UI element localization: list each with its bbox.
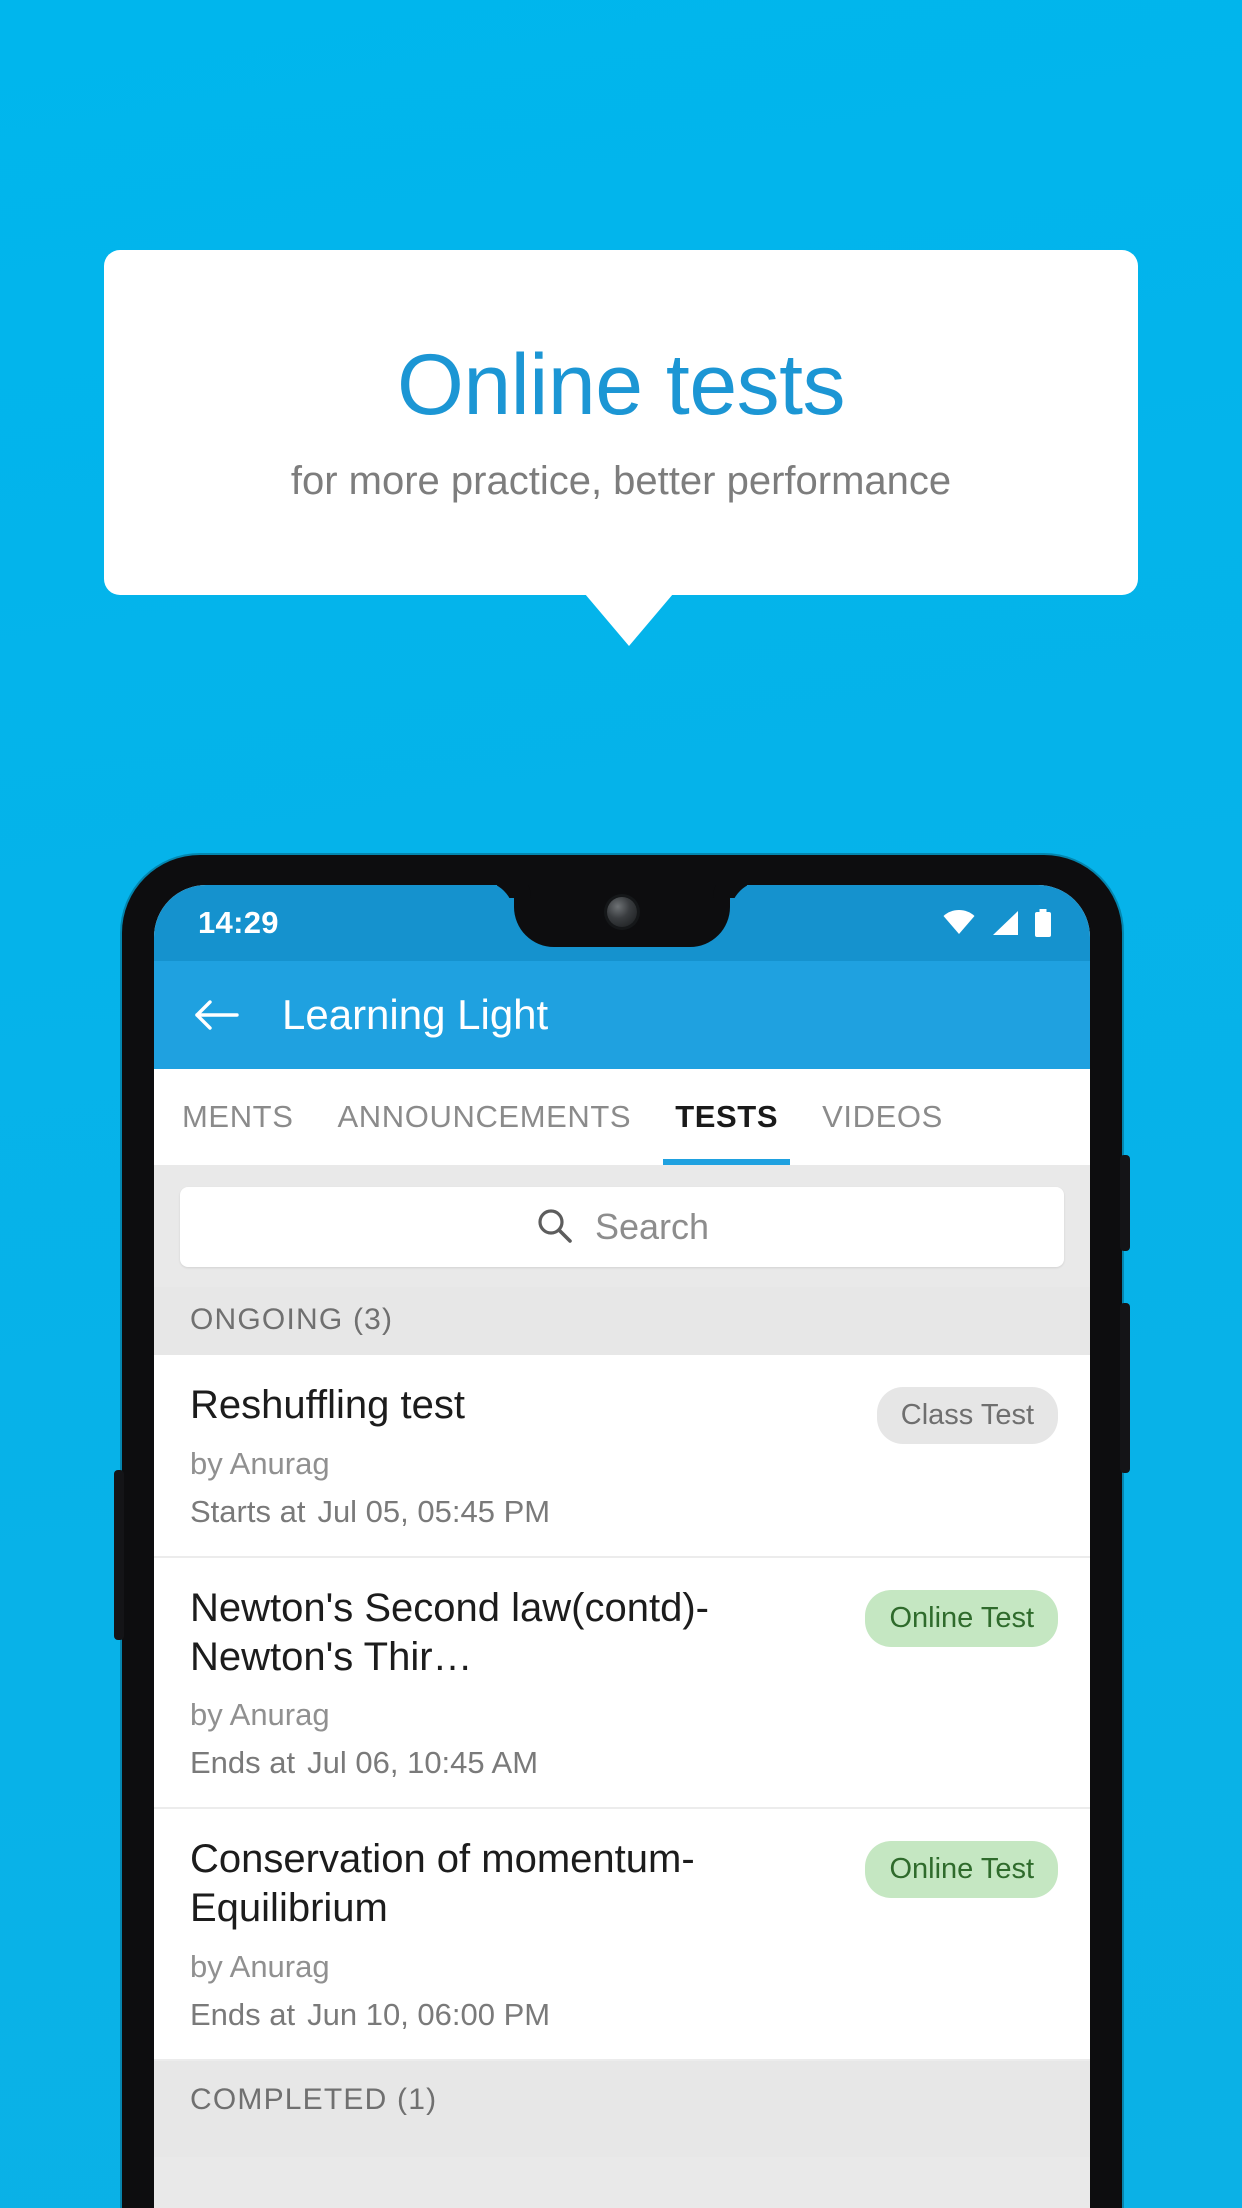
tab-label: ANNOUNCEMENTS bbox=[337, 1099, 632, 1134]
test-schedule-value: Jun 10, 06:00 PM bbox=[307, 1996, 551, 2032]
search-input[interactable]: Search bbox=[180, 1187, 1064, 1267]
test-list-item[interactable]: Conservation of momentum-Equilibrium by … bbox=[154, 1809, 1090, 2061]
status-bar-clock: 14:29 bbox=[198, 905, 279, 940]
tab-ments[interactable]: MENTS bbox=[154, 1069, 316, 1165]
promo-title: Online tests bbox=[396, 337, 846, 434]
back-arrow-icon[interactable] bbox=[188, 986, 246, 1044]
status-bar: 14:29 bbox=[154, 885, 1090, 961]
test-title: Conservation of momentum-Equilibrium bbox=[190, 1837, 695, 1931]
test-item-main: Conservation of momentum-Equilibrium by … bbox=[190, 1835, 849, 2033]
signal-icon bbox=[990, 910, 1020, 936]
page-title: Learning Light bbox=[282, 991, 549, 1038]
test-item-main: Newton's Second law(contd)-Newton's Thir… bbox=[190, 1584, 849, 1782]
search-icon bbox=[535, 1206, 573, 1249]
test-schedule-value: Jul 05, 05:45 PM bbox=[317, 1493, 551, 1529]
section-header-completed: COMPLETED (1) bbox=[154, 2060, 1090, 2157]
status-badge: Class Test bbox=[876, 1387, 1058, 1444]
tab-label: TESTS bbox=[675, 1099, 779, 1134]
phone-power-button bbox=[1120, 1155, 1130, 1251]
promo-screen: Online tests for more practice, better p… bbox=[0, 0, 1242, 2208]
test-author: by Anurag bbox=[190, 1697, 330, 1733]
battery-icon bbox=[1034, 909, 1052, 937]
phone-side-button-left bbox=[114, 1470, 124, 1640]
status-badge: Online Test bbox=[865, 1841, 1058, 1899]
tab-announcements[interactable]: ANNOUNCEMENTS bbox=[316, 1069, 654, 1165]
test-title: Newton's Second law(contd)-Newton's Thir… bbox=[190, 1585, 709, 1679]
tab-label: MENTS bbox=[182, 1099, 294, 1134]
test-schedule: Ends at Jul 06, 10:45 AM bbox=[190, 1745, 849, 1781]
promo-callout-card: Online tests for more practice, better p… bbox=[104, 250, 1138, 595]
test-list-item[interactable]: Newton's Second law(contd)-Newton's Thir… bbox=[154, 1558, 1090, 1810]
test-schedule-label: Ends at bbox=[190, 1996, 296, 2032]
status-badge: Online Test bbox=[865, 1589, 1058, 1647]
search-area: Search bbox=[154, 1165, 1090, 1287]
test-title: Reshuffling test bbox=[190, 1383, 465, 1427]
promo-subtitle: for more practice, better performance bbox=[290, 458, 952, 503]
tab-videos[interactable]: VIDEOS bbox=[800, 1069, 965, 1165]
test-author: by Anurag bbox=[190, 1445, 330, 1481]
test-list-item[interactable]: Reshuffling test by Anurag Starts at Jul … bbox=[154, 1355, 1090, 1558]
section-header-ongoing: ONGOING (3) bbox=[154, 1287, 1090, 1355]
front-camera bbox=[607, 897, 637, 927]
tab-tests[interactable]: TESTS bbox=[653, 1069, 800, 1165]
status-bar-icons bbox=[942, 909, 1052, 937]
test-author: by Anurag bbox=[190, 1948, 330, 1984]
test-item-main: Reshuffling test by Anurag Starts at Jul … bbox=[190, 1381, 861, 1530]
app-bar: Learning Light bbox=[154, 961, 1090, 1069]
phone-screen: 14:29 Learning Light MENTS ANNOUNCEMENTS… bbox=[154, 885, 1090, 2208]
tab-bar: MENTS ANNOUNCEMENTS TESTS VIDEOS bbox=[154, 1069, 1090, 1165]
test-schedule-label: Starts at bbox=[190, 1493, 306, 1529]
tests-list: Reshuffling test by Anurag Starts at Jul … bbox=[154, 1355, 1090, 2061]
wifi-icon bbox=[942, 910, 976, 936]
test-schedule: Ends at Jun 10, 06:00 PM bbox=[190, 1997, 849, 2033]
search-placeholder: Search bbox=[594, 1206, 710, 1247]
tab-label: VIDEOS bbox=[822, 1099, 943, 1134]
tests-content: Search ONGOING (3) Reshuffling test by A… bbox=[154, 1165, 1090, 2208]
phone-volume-button bbox=[1120, 1303, 1130, 1473]
phone-mockup: 14:29 Learning Light MENTS ANNOUNCEMENTS… bbox=[114, 855, 1130, 2208]
phone-notch bbox=[514, 885, 730, 947]
test-schedule-value: Jul 06, 10:45 AM bbox=[307, 1745, 539, 1781]
callout-tail-triangle bbox=[585, 594, 673, 646]
test-schedule-label: Ends at bbox=[190, 1745, 296, 1781]
test-schedule: Starts at Jul 05, 05:45 PM bbox=[190, 1494, 861, 1530]
